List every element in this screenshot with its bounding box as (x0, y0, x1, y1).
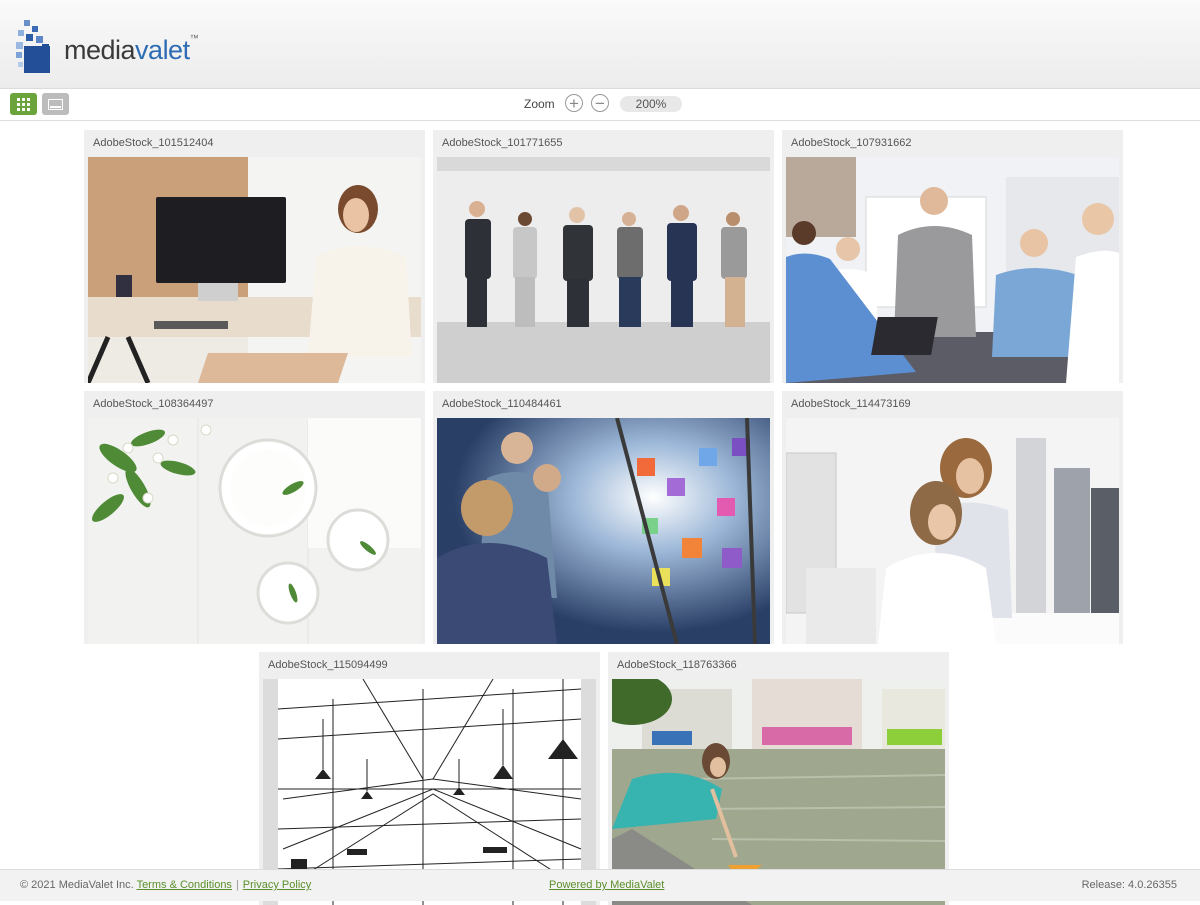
gallery-tile[interactable]: AdobeStock_114473169 (782, 391, 1123, 644)
zoom-in-button[interactable]: + (565, 94, 583, 112)
zoom-out-button[interactable]: − (591, 94, 609, 112)
gallery-tile[interactable]: AdobeStock_115094499 (259, 652, 600, 905)
terms-link[interactable]: Terms & Conditions (137, 879, 232, 891)
grid-view-button[interactable] (10, 93, 37, 115)
logo-text: mediavalet™ (64, 32, 199, 65)
release-text: Release: 4.0.26355 (1081, 879, 1177, 891)
tile-thumbnail[interactable] (786, 418, 1119, 644)
gallery-tile[interactable]: AdobeStock_101771655 (433, 130, 774, 383)
footer: © 2021 MediaValet Inc. Terms & Condition… (0, 869, 1200, 901)
gallery-tile[interactable]: AdobeStock_107931662 (782, 130, 1123, 383)
tile-title: AdobeStock_101771655 (442, 137, 563, 149)
tile-title: AdobeStock_114473169 (791, 398, 911, 410)
tile-title: AdobeStock_108364497 (93, 398, 214, 410)
tile-thumbnail[interactable] (786, 157, 1119, 383)
tile-thumbnail[interactable] (88, 418, 421, 644)
tile-title: AdobeStock_115094499 (268, 659, 388, 671)
copyright-text: © 2021 MediaValet Inc. (20, 879, 134, 891)
tile-title: AdobeStock_101512404 (93, 137, 214, 149)
gallery-tile[interactable]: AdobeStock_108364497 (84, 391, 425, 644)
minus-circle-icon: − (595, 93, 605, 113)
tile-thumbnail[interactable] (437, 418, 770, 644)
tile-title: AdobeStock_118763366 (617, 659, 737, 671)
zoom-label: Zoom (524, 97, 555, 111)
tile-title: AdobeStock_110484461 (442, 398, 562, 410)
mediavalet-logo[interactable]: mediavalet™ (14, 18, 199, 76)
header: mediavalet™ (0, 0, 1200, 89)
privacy-link[interactable]: Privacy Policy (243, 879, 311, 891)
logo-mark-icon (16, 20, 50, 73)
gallery-tile[interactable]: AdobeStock_110484461 (433, 391, 774, 644)
single-view-button[interactable] (42, 93, 69, 115)
footer-separator: | (235, 879, 239, 891)
gallery-tile[interactable]: AdobeStock_118763366 (608, 652, 949, 905)
plus-circle-icon: + (569, 93, 579, 113)
gallery-tile[interactable]: AdobeStock_101512404 (84, 130, 425, 383)
toolbar: Zoom + − 200% (0, 89, 1200, 121)
powered-by-link[interactable]: Powered by MediaValet (549, 879, 664, 891)
tile-title: AdobeStock_107931662 (791, 137, 912, 149)
grid-icon (17, 97, 30, 111)
zoom-value: 200% (620, 96, 682, 112)
tile-thumbnail[interactable] (88, 157, 421, 383)
tile-thumbnail[interactable] (437, 157, 770, 383)
single-view-icon (48, 98, 63, 110)
